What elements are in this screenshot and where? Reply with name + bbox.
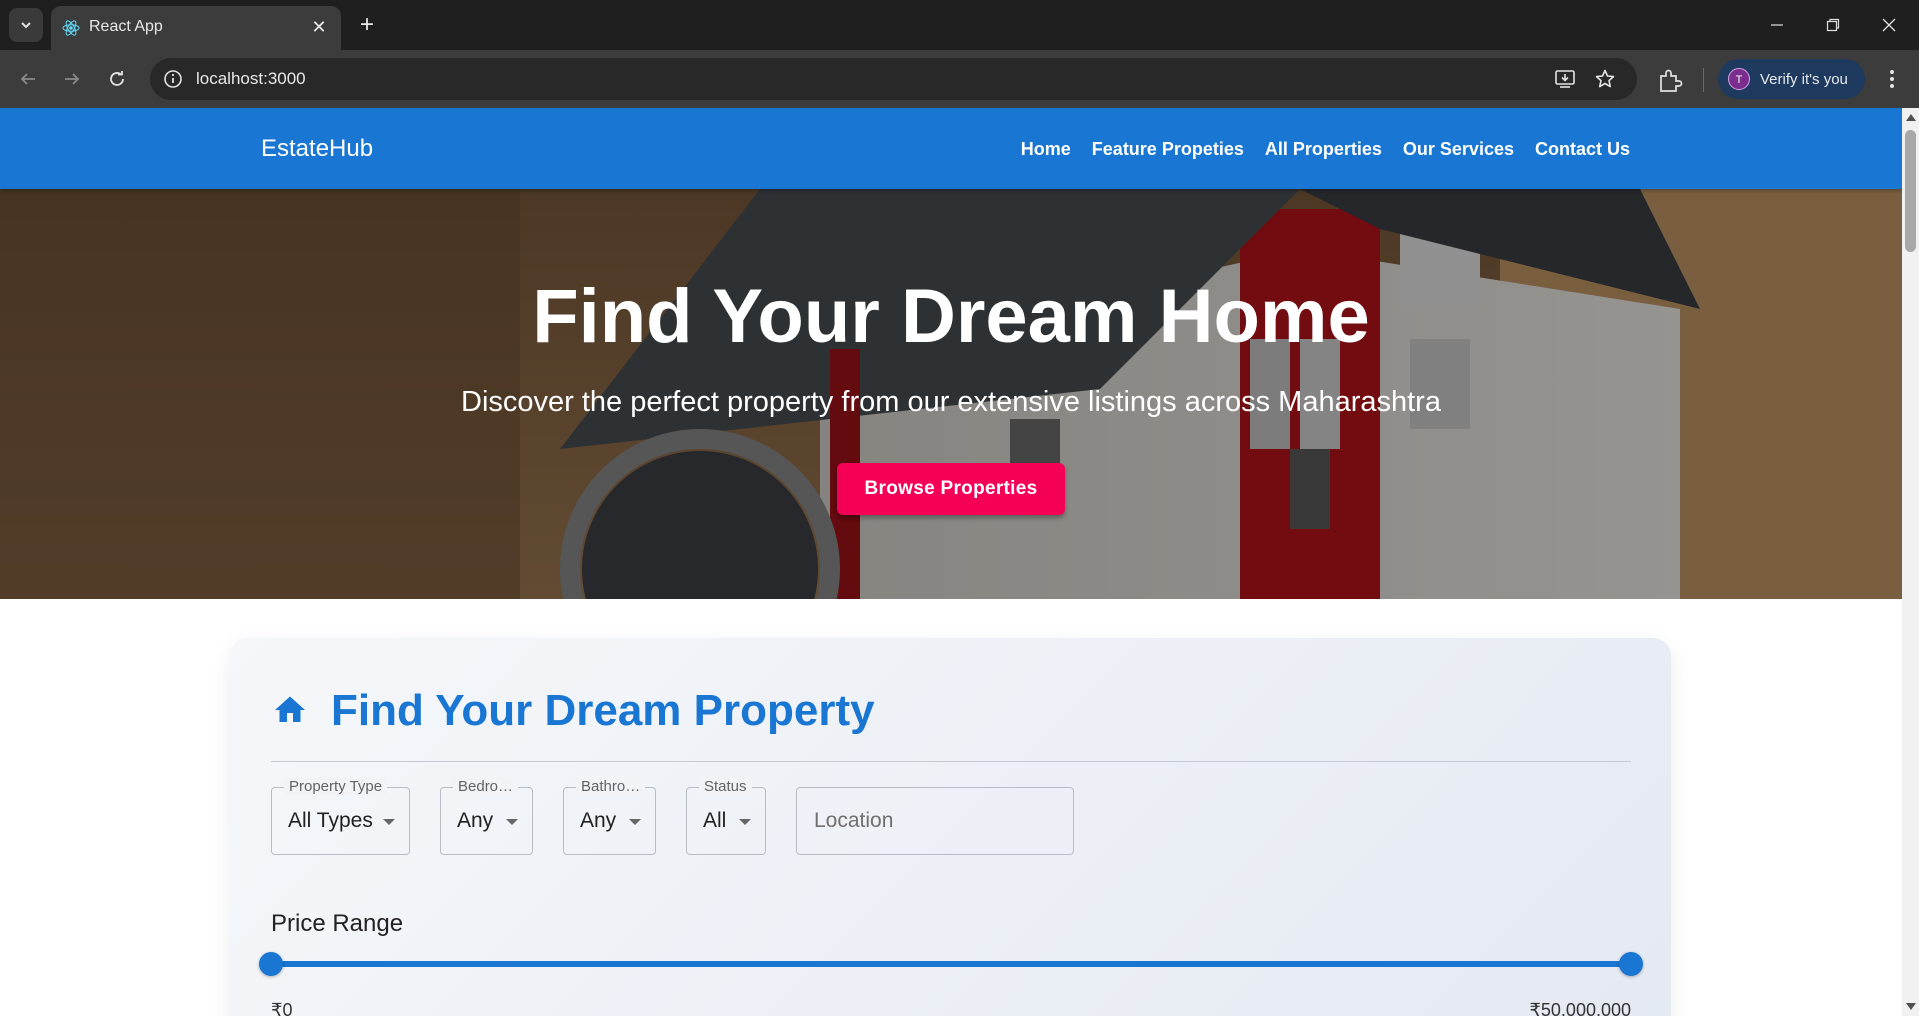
hero-section: Find Your Dream Home Discover the perfec…: [0, 189, 1902, 599]
minimize-button[interactable]: [1749, 0, 1805, 50]
tab-search-button[interactable]: [9, 8, 43, 42]
install-app-icon[interactable]: [1553, 67, 1577, 91]
bedrooms-label: Bedro…: [453, 778, 519, 795]
browser-tab[interactable]: React App ✕: [51, 6, 341, 50]
bedrooms-value: Any: [457, 809, 494, 832]
address-bar[interactable]: localhost:3000: [150, 58, 1637, 100]
close-icon: [1882, 18, 1896, 32]
page-viewport: EstateHub Home Feature Propeties All Pro…: [0, 108, 1902, 1016]
dropdown-arrow-icon: [383, 819, 395, 825]
arrow-right-icon: [65, 73, 80, 85]
chevron-down-icon: [21, 22, 31, 29]
location-placeholder: Location: [814, 809, 894, 832]
toolbar-separator: [1703, 68, 1704, 92]
property-type-value: All Types: [288, 809, 373, 832]
bedrooms-select[interactable]: Bedro… Any: [440, 778, 533, 855]
home-icon: [275, 696, 305, 722]
property-type-select[interactable]: Property Type All Types: [271, 778, 410, 855]
main-nav: Home Feature Propeties All Properties Ou…: [1000, 139, 1630, 160]
restore-button[interactable]: [1805, 0, 1861, 50]
hero-subtitle: Discover the perfect property from our e…: [461, 386, 1441, 418]
bathrooms-value: Any: [580, 809, 617, 832]
hero-title: Find Your Dream Home: [532, 274, 1370, 359]
property-search-card: Find Your Dream Property Property Type A…: [230, 638, 1671, 1016]
nav-home[interactable]: Home: [1021, 139, 1071, 160]
browser-menu-button[interactable]: [1876, 63, 1908, 95]
property-type-label: Property Type: [284, 778, 388, 795]
price-range-label: Price Range: [271, 910, 404, 937]
status-select[interactable]: Status All: [686, 778, 766, 855]
scroll-down-arrow-icon[interactable]: [1906, 1003, 1916, 1010]
extensions-puzzle-icon[interactable]: [1656, 67, 1684, 95]
scrollbar-thumb[interactable]: [1905, 130, 1916, 252]
dropdown-arrow-icon: [506, 819, 518, 825]
brand-logo-text[interactable]: EstateHub: [261, 135, 373, 163]
browser-tab-strip: React App ✕ +: [0, 0, 1919, 50]
dropdown-arrow-icon: [739, 819, 751, 825]
price-min-value: ₹0: [271, 1000, 293, 1016]
browse-properties-button[interactable]: Browse Properties: [837, 463, 1065, 515]
profile-avatar: T: [1728, 68, 1750, 90]
back-button[interactable]: [12, 63, 44, 95]
close-window-button[interactable]: [1861, 0, 1917, 50]
divider: [271, 761, 1631, 762]
close-tab-icon[interactable]: ✕: [307, 15, 331, 39]
url-text[interactable]: localhost:3000: [196, 69, 306, 89]
more-vertical-icon: [1890, 70, 1894, 88]
arrow-left-icon: [20, 73, 35, 85]
status-value: All: [703, 809, 727, 832]
page-scrollbar[interactable]: [1902, 108, 1919, 1016]
forward-button[interactable]: [56, 63, 88, 95]
react-logo-icon: [62, 20, 80, 36]
verify-profile-button[interactable]: T Verify it's you: [1718, 59, 1865, 99]
price-slider-min-thumb[interactable]: [259, 952, 283, 976]
price-slider-max-thumb[interactable]: [1619, 952, 1643, 976]
nav-all-properties[interactable]: All Properties: [1265, 139, 1382, 160]
bookmark-star-icon[interactable]: [1593, 67, 1617, 91]
price-range-slider-track[interactable]: [271, 961, 1631, 967]
nav-feature-properties[interactable]: Feature Propeties: [1092, 139, 1244, 160]
nav-our-services[interactable]: Our Services: [1403, 139, 1514, 160]
verify-label: Verify it's you: [1760, 71, 1848, 88]
app-header: EstateHub Home Feature Propeties All Pro…: [0, 108, 1902, 189]
browser-toolbar: localhost:3000 T Verify it's you: [0, 50, 1919, 108]
scroll-up-arrow-icon[interactable]: [1906, 114, 1916, 121]
status-label: Status: [699, 778, 752, 795]
location-input[interactable]: Location: [796, 787, 1074, 855]
tab-title: React App: [89, 18, 163, 35]
new-tab-button[interactable]: +: [352, 10, 382, 40]
bathrooms-label: Bathro…: [576, 778, 646, 795]
dropdown-arrow-icon: [629, 819, 641, 825]
search-card-title: Find Your Dream Property: [331, 686, 875, 735]
nav-contact-us[interactable]: Contact Us: [1535, 139, 1630, 160]
site-info-icon[interactable]: [162, 68, 184, 90]
reload-button[interactable]: [101, 63, 133, 95]
reload-icon: [110, 71, 124, 86]
bathrooms-select[interactable]: Bathro… Any: [563, 778, 656, 855]
price-max-value: ₹50,000,000: [1529, 1000, 1631, 1016]
minimize-icon: [1771, 24, 1783, 26]
restore-icon: [1826, 18, 1840, 32]
